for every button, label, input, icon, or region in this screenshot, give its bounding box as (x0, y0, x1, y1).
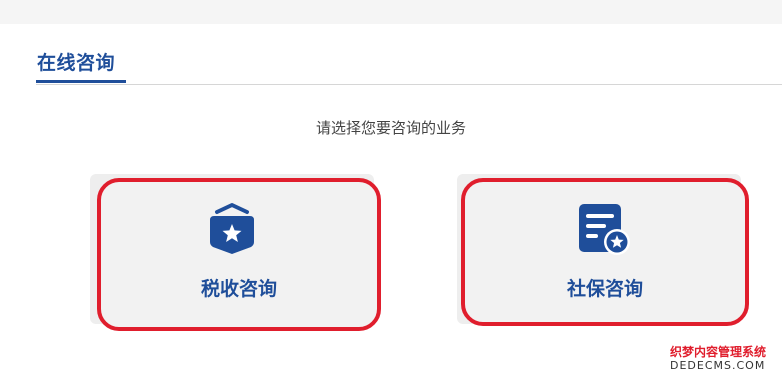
top-bar (0, 0, 782, 24)
document-star-icon (579, 204, 630, 255)
select-business-prompt: 请选择您要咨询的业务 (315, 119, 466, 137)
tab-bar (0, 24, 782, 86)
social-security-consult-card[interactable]: 社保咨询 (461, 178, 749, 326)
watermark-domain: DEDECMS.COM (668, 359, 768, 372)
watermark-text: 织梦内容管理系统 (668, 343, 769, 360)
tax-consult-label: 税收咨询 (200, 278, 277, 300)
tab-divider (36, 84, 782, 85)
active-tab-indicator (36, 80, 126, 83)
shield-star-icon (210, 203, 254, 254)
social-security-consult-label: 社保咨询 (566, 278, 643, 300)
tab-online-consult[interactable]: 在线咨询 (37, 48, 115, 75)
tax-consult-card[interactable]: 税收咨询 (97, 178, 381, 331)
